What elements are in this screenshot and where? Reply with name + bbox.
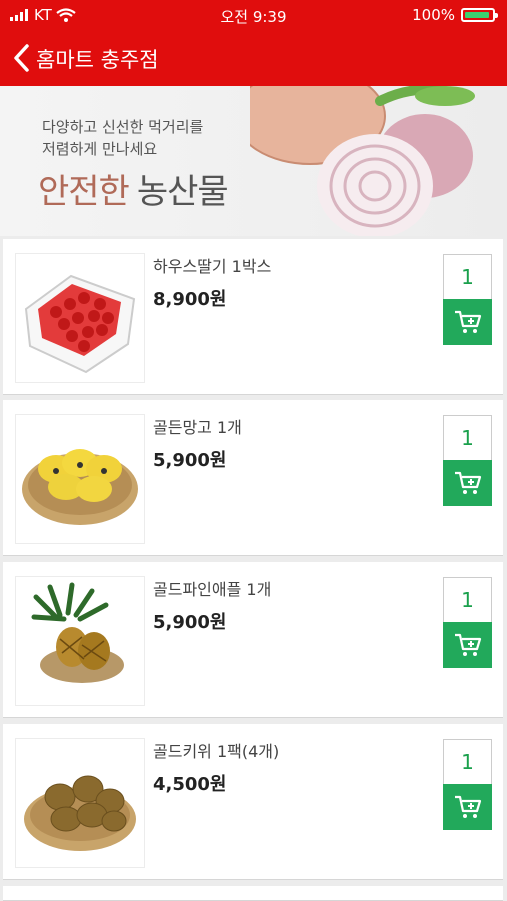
product-name[interactable]: 골드파인애플 1개 <box>153 576 271 600</box>
product-name[interactable]: 골드키위 1팩(4개) <box>153 738 279 762</box>
product-card-strawberry[interactable]: 하우스딸기 1박스 8,900원 1 <box>3 239 503 395</box>
product-name[interactable]: 골든망고 1개 <box>153 414 242 438</box>
product-price: 5,900원 <box>153 450 227 471</box>
banner-highlight: 안전한 <box>38 172 130 212</box>
product-card-mango[interactable]: 골든망고 1개 5,900원 1 <box>3 400 503 556</box>
product-price: 4,500원 <box>153 774 227 795</box>
cart-plus-icon <box>454 795 481 818</box>
add-to-cart-button[interactable] <box>443 784 492 830</box>
quantity-field[interactable]: 1 <box>443 739 492 784</box>
back-chevron-icon[interactable] <box>10 42 34 74</box>
navigation-bar: 홈마트 충주점 <box>0 30 507 86</box>
quantity-field[interactable]: 1 <box>443 577 492 622</box>
quantity-field[interactable]: 1 <box>443 254 492 299</box>
product-name[interactable]: 하우스딸기 1박스 <box>153 253 271 277</box>
product-image-strawberry[interactable] <box>15 253 145 383</box>
product-price: 8,900원 <box>153 289 227 310</box>
onion-image <box>250 86 475 236</box>
product-price: 5,900원 <box>153 612 227 633</box>
cart-plus-icon <box>454 633 481 656</box>
quantity-field[interactable]: 1 <box>443 415 492 460</box>
add-to-cart-button[interactable] <box>443 622 492 668</box>
product-image-kiwi[interactable] <box>15 738 145 868</box>
banner-title: 안전한 농산물 <box>38 164 229 213</box>
banner-title-text: 농산물 <box>136 172 229 212</box>
cart-plus-icon <box>454 310 481 333</box>
page-title: 홈마트 충주점 <box>36 48 159 72</box>
add-to-cart-button[interactable] <box>443 299 492 345</box>
product-card-pineapple[interactable]: 골드파인애플 1개 5,900원 1 <box>3 562 503 718</box>
banner-line2: 저렴하게 만나세요 <box>42 140 158 158</box>
promo-banner[interactable]: 다양하고 신선한 먹거리를 저렴하게 만나세요 안전한 농산물 <box>0 86 507 236</box>
product-image-mango[interactable] <box>15 414 145 544</box>
product-card-kiwi[interactable]: 골드키위 1팩(4개) 4,500원 1 <box>3 724 503 880</box>
add-to-cart-button[interactable] <box>443 460 492 506</box>
product-image-pineapple[interactable] <box>15 576 145 706</box>
status-bar: KT 오전 9:39 100% <box>0 0 507 30</box>
banner-line1: 다양하고 신선한 먹거리를 <box>42 118 204 136</box>
product-card-next[interactable] <box>3 886 503 901</box>
battery-icon <box>461 8 498 22</box>
battery-percent: 100% <box>412 6 455 24</box>
cart-plus-icon <box>454 471 481 494</box>
